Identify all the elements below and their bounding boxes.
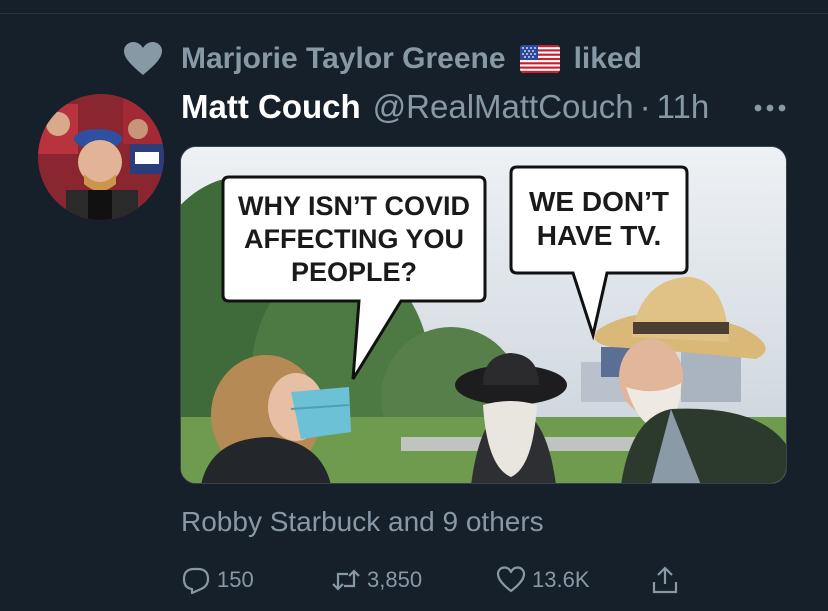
share-icon	[652, 566, 678, 594]
right-bubble-line-2: HAVE TV.	[537, 220, 661, 251]
like-button[interactable]: 13.6K	[496, 560, 650, 600]
social-context-row: Marjorie Taylor Greene liked	[123, 40, 642, 78]
liked-label: liked	[573, 42, 642, 75]
separator: ·	[639, 88, 651, 125]
display-name[interactable]: Matt Couch	[181, 88, 361, 126]
ellipsis-icon[interactable]	[752, 100, 788, 116]
left-bubble-line-2: AFFECTING YOU	[244, 224, 464, 254]
liked-by-summary[interactable]: Robby Starbuck and 9 others	[181, 506, 544, 538]
action-bar: 150 3,850 13.6K	[181, 560, 690, 600]
us-flag-icon	[519, 45, 560, 73]
share-button[interactable]	[650, 560, 690, 600]
timestamp[interactable]: 11h	[657, 88, 710, 126]
like-count: 13.6K	[532, 567, 590, 592]
heart-icon	[124, 42, 162, 75]
top-divider	[0, 13, 828, 14]
avatar[interactable]	[38, 94, 164, 220]
retweet-count: 3,850	[367, 567, 423, 592]
retweet-icon	[332, 569, 360, 591]
like-icon	[496, 566, 526, 593]
left-bubble-line-3: PEOPLE?	[291, 257, 417, 287]
right-bubble-line-1: WE DON’T	[529, 186, 669, 217]
reply-count: 150	[217, 567, 254, 592]
tweet-screen: Marjorie Taylor Greene liked Matt Couch …	[0, 0, 828, 611]
reply-button[interactable]: 150	[181, 560, 331, 600]
left-bubble-line-1: WHY ISN’T COVID	[238, 191, 470, 221]
liker-name-link[interactable]: Marjorie Taylor Greene	[181, 42, 506, 76]
retweet-button[interactable]: 3,850	[331, 560, 496, 600]
reply-icon	[182, 567, 210, 595]
tweet-header: Matt Couch @RealMattCouch · 11h	[181, 88, 709, 130]
handle[interactable]: @RealMattCouch	[373, 88, 634, 126]
tweet-media[interactable]: WHY ISN’T COVID AFFECTING YOU PEOPLE? WE…	[180, 146, 787, 484]
